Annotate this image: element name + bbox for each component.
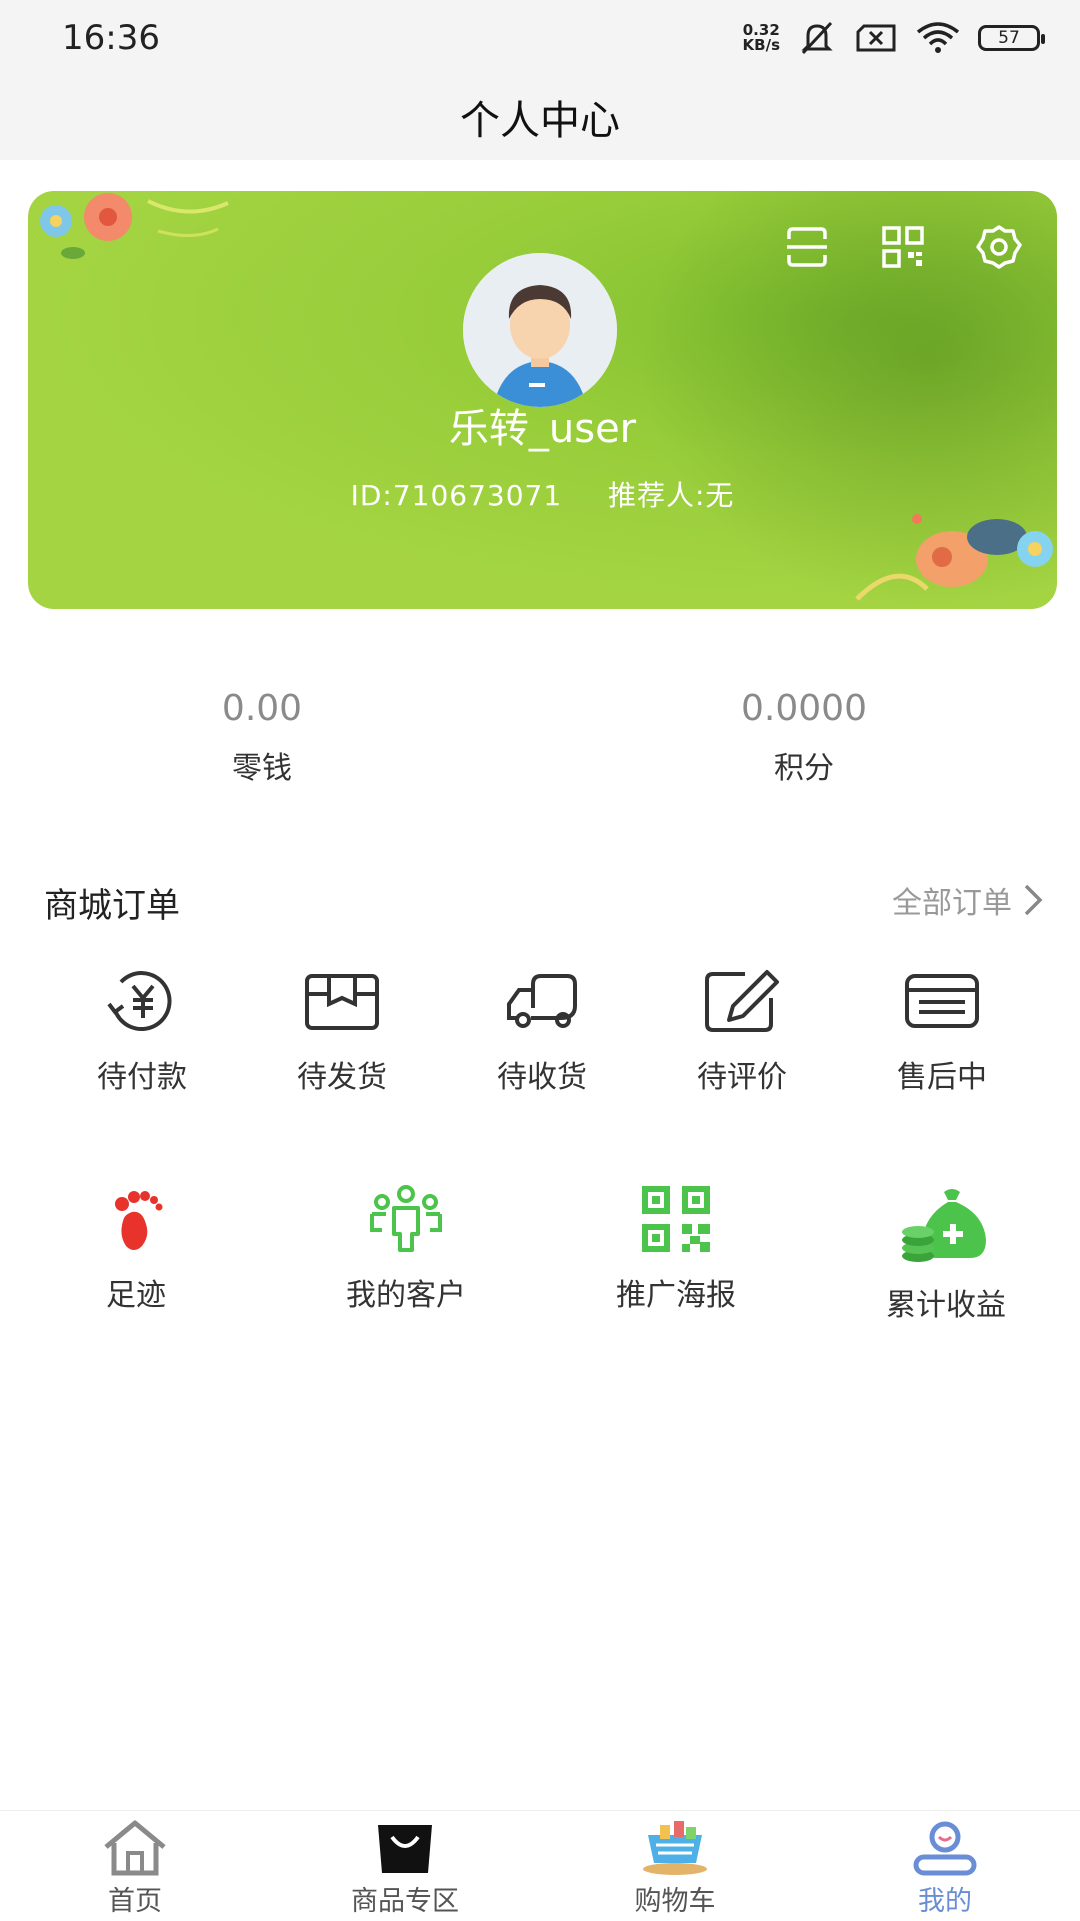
home-icon — [104, 1820, 166, 1876]
nav-home[interactable]: 首页 — [0, 1811, 270, 1921]
all-orders-link[interactable]: 全部订单 — [892, 878, 1044, 922]
package-icon — [305, 974, 379, 1030]
nav-mine[interactable]: 我的 — [810, 1811, 1080, 1921]
chevron-right-icon — [1024, 884, 1043, 916]
nav-label-home: 首页 — [108, 1886, 162, 1917]
orders-section-title: 商城订单 — [44, 886, 180, 926]
sim-off-icon — [856, 24, 896, 52]
mute-icon — [801, 21, 833, 55]
nav-label-cart: 购物车 — [634, 1886, 716, 1917]
avatar-portrait-icon — [463, 253, 617, 407]
qr-code-icon[interactable] — [879, 223, 927, 271]
tool-footprint[interactable]: 足迹 — [11, 1184, 261, 1314]
nav-label-products: 商品专区 — [351, 1886, 459, 1917]
edit-icon — [705, 970, 779, 1032]
order-after-sale[interactable]: 售后中 — [842, 968, 1042, 1096]
change-value: 0.00 — [221, 688, 303, 729]
order-label-pending-payment: 待付款 — [97, 1060, 187, 1095]
balance-change[interactable]: 0.00 零钱 — [112, 688, 412, 787]
flower-decoration-top-left — [40, 193, 229, 259]
tool-my-customers[interactable]: 我的客户 — [281, 1184, 531, 1314]
points-label: 积分 — [774, 751, 834, 786]
referrer: 推荐人:无 — [607, 479, 735, 512]
payment-icon — [107, 971, 172, 1032]
user-id-line: ID:710673071 推荐人:无 — [28, 474, 1057, 514]
points-value: 0.0000 — [741, 688, 867, 729]
tool-total-earnings[interactable]: 累计收益 — [821, 1184, 1071, 1324]
nav-label-mine: 我的 — [918, 1886, 972, 1917]
tool-promo-poster[interactable]: 推广海报 — [551, 1184, 801, 1314]
card-icon — [905, 974, 979, 1028]
wifi-icon — [916, 22, 960, 53]
tool-label-my-customers: 我的客户 — [346, 1278, 466, 1313]
bottom-nav: 首页 商品专区 购物车 我的 — [0, 1810, 1080, 1921]
user-id: ID:710673071 — [350, 479, 563, 512]
order-pending-payment[interactable]: 待付款 — [42, 968, 242, 1096]
net-speed: 0.32 KB/s — [742, 21, 780, 54]
footprint-icon — [115, 1191, 163, 1250]
order-label-pending-review: 待评价 — [697, 1060, 787, 1095]
tool-label-total-earnings: 累计收益 — [886, 1288, 1006, 1323]
order-pending-receipt[interactable]: 待收货 — [442, 968, 642, 1096]
page-title: 个人中心 — [460, 98, 620, 144]
qr-poster-icon — [642, 1186, 710, 1252]
shopping-bag-icon — [378, 1825, 432, 1873]
truck-icon — [507, 974, 577, 1028]
nav-products[interactable]: 商品专区 — [270, 1811, 540, 1921]
order-label-pending-receipt: 待收货 — [497, 1060, 587, 1095]
order-pending-review[interactable]: 待评价 — [642, 968, 842, 1096]
user-icon — [913, 1821, 977, 1876]
card-action-icons — [783, 223, 1023, 271]
settings-icon[interactable] — [975, 223, 1023, 271]
nav-cart[interactable]: 购物车 — [540, 1811, 810, 1921]
all-orders-label: 全部订单 — [892, 886, 1012, 921]
avatar[interactable] — [463, 253, 617, 407]
customers-icon — [370, 1185, 442, 1252]
profile-card: 乐转_user ID:710673071 推荐人:无 — [28, 191, 1057, 609]
scan-icon[interactable] — [783, 223, 831, 271]
cart-icon — [643, 1821, 707, 1875]
change-label: 零钱 — [232, 751, 292, 786]
tool-label-footprint: 足迹 — [106, 1278, 166, 1313]
order-label-pending-shipment: 待发货 — [297, 1060, 387, 1095]
tool-label-promo-poster: 推广海报 — [616, 1278, 736, 1313]
status-icons: 0.32 KB/s 57 — [742, 20, 1045, 56]
money-bag-icon — [902, 1189, 986, 1262]
balance-points[interactable]: 0.0000 积分 — [654, 688, 954, 787]
username: 乐转_user — [448, 406, 637, 452]
battery-indicator: 57 — [978, 25, 1045, 51]
status-time: 16:36 — [62, 18, 160, 58]
order-pending-shipment[interactable]: 待发货 — [242, 968, 442, 1096]
order-label-after-sale: 售后中 — [897, 1060, 987, 1095]
